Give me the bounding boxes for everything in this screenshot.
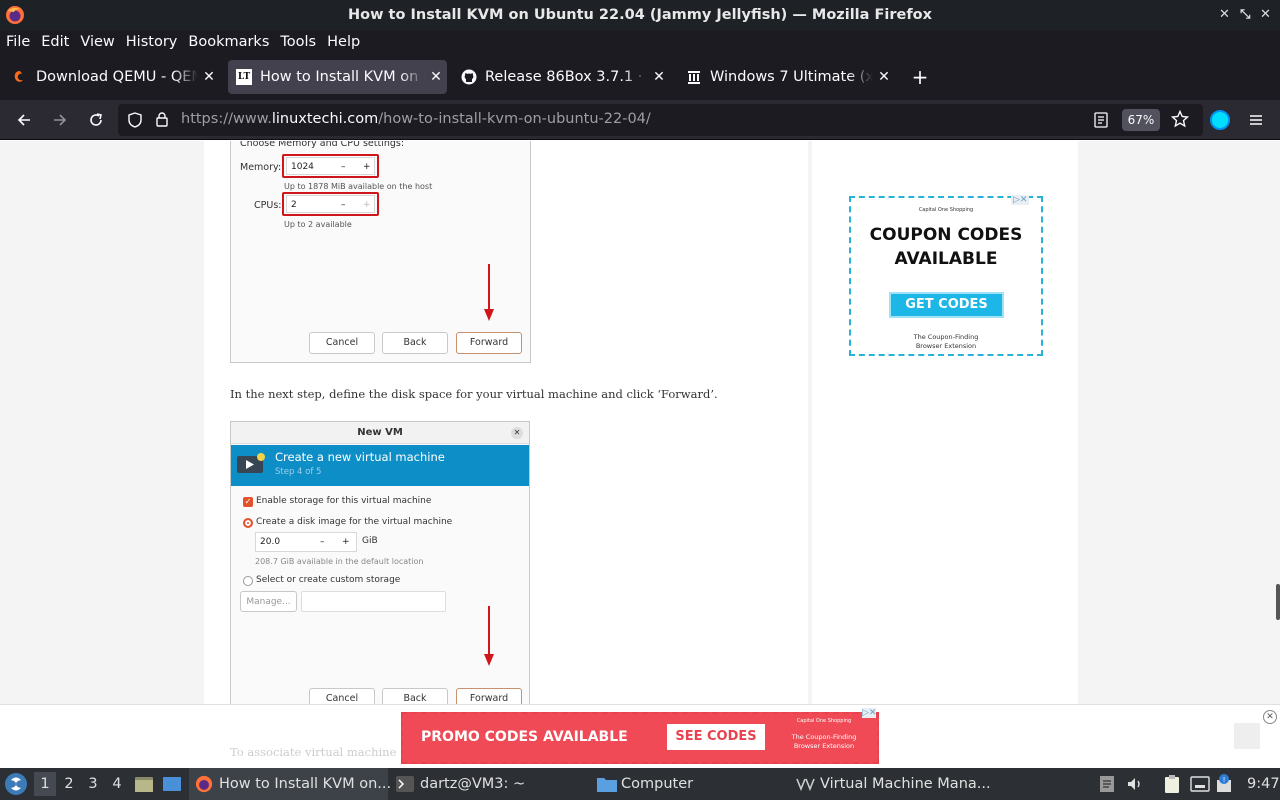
new-tab-button[interactable]: + bbox=[908, 60, 932, 94]
article-paragraph: In the next step, define the disk space … bbox=[230, 387, 718, 401]
task-firefox[interactable]: How to Install KVM on... bbox=[189, 768, 391, 800]
page-scrollbar-thumb[interactable] bbox=[1276, 584, 1280, 620]
minimize-icon[interactable]: ✕ bbox=[1219, 7, 1230, 22]
menu-file[interactable]: File bbox=[6, 34, 30, 50]
ad-info-icon[interactable]: ▷✕ bbox=[1011, 195, 1030, 205]
disk-size-spinbox: 20.0– + bbox=[255, 532, 357, 552]
taskbar: 1 2 3 4 How to Install KVM on... dartz@V… bbox=[0, 768, 1280, 800]
tab-linuxtechi[interactable]: LT How to Install KVM on Ubuntu ✕ bbox=[228, 60, 447, 94]
lock-icon[interactable] bbox=[155, 111, 169, 131]
qemu-icon bbox=[12, 69, 28, 85]
back-button: Back bbox=[382, 332, 448, 354]
zoom-level[interactable]: 67% bbox=[1122, 109, 1160, 131]
desktop-launcher-icon[interactable] bbox=[162, 768, 182, 800]
menu-history[interactable]: History bbox=[126, 34, 178, 50]
reader-view-icon[interactable] bbox=[1094, 112, 1108, 132]
volume-icon[interactable] bbox=[1126, 768, 1144, 800]
ad-close-icon[interactable]: ✕ bbox=[1263, 710, 1277, 724]
cancel-button: Cancel bbox=[309, 332, 375, 354]
close-tab-icon[interactable]: ✕ bbox=[873, 69, 895, 85]
workspace-1[interactable]: 1 bbox=[34, 772, 56, 796]
network-icon[interactable] bbox=[1190, 768, 1210, 800]
file-manager-launcher-icon[interactable] bbox=[134, 768, 154, 800]
task-computer[interactable]: Computer bbox=[597, 768, 693, 800]
menu-tools[interactable]: Tools bbox=[280, 34, 316, 50]
faded-paragraph: To associate virtual machine bbox=[230, 745, 397, 759]
account-icon[interactable] bbox=[1208, 108, 1232, 132]
get-codes-button[interactable]: GET CODES bbox=[889, 292, 1004, 318]
task-terminal[interactable]: dartz@VM3: ~ bbox=[396, 768, 525, 800]
close-icon[interactable]: ✕ bbox=[1260, 7, 1271, 22]
manage-button: Manage... bbox=[240, 591, 297, 612]
terminal-icon bbox=[396, 776, 414, 792]
close-tab-icon[interactable]: ✕ bbox=[198, 69, 220, 85]
start-menu-icon[interactable] bbox=[4, 768, 28, 800]
shield-icon[interactable] bbox=[128, 112, 142, 132]
firefox-icon bbox=[195, 775, 213, 793]
red-arrow-head bbox=[484, 654, 494, 666]
close-tab-icon[interactable]: ✕ bbox=[648, 69, 670, 85]
tab-archive[interactable]: Windows 7 Ultimate (x64) ✕ bbox=[678, 60, 895, 94]
clock[interactable]: 9:47 bbox=[1247, 768, 1280, 800]
storage-path-field bbox=[301, 591, 446, 612]
page-content: Choose Memory and CPU settings: Memory: … bbox=[0, 141, 1280, 768]
scroll-to-top-button[interactable] bbox=[1234, 723, 1260, 749]
coupon-ad[interactable]: ▷✕ Capital One Shopping COUPON CODES AVA… bbox=[849, 195, 1043, 356]
menu-bar: File Edit View History Bookmarks Tools H… bbox=[0, 30, 1280, 54]
red-arrow-line bbox=[488, 264, 490, 312]
clipboard-icon[interactable] bbox=[1163, 768, 1181, 800]
url-text[interactable]: https://www.linuxtechi.com/how-to-instal… bbox=[181, 111, 651, 127]
promo-ad[interactable]: PROMO CODES AVAILABLE SEE CODES Capital … bbox=[401, 712, 879, 764]
tab-strip: Download QEMU - QEMU ✕ LT How to Install… bbox=[0, 54, 1280, 100]
cpus-spinbox: 2– + bbox=[286, 195, 375, 213]
ad-info-icon[interactable]: ▷✕ bbox=[862, 708, 877, 718]
back-button[interactable] bbox=[12, 108, 36, 132]
menu-bookmarks[interactable]: Bookmarks bbox=[188, 34, 269, 50]
navigation-bar: https://www.linuxtechi.com/how-to-instal… bbox=[0, 100, 1280, 140]
workspace-3[interactable]: 3 bbox=[82, 768, 104, 800]
window-title: How to Install KVM on Ubuntu 22.04 (Jamm… bbox=[348, 7, 932, 23]
workspace-2[interactable]: 2 bbox=[58, 768, 80, 800]
memory-spinbox: 1024– + bbox=[286, 157, 375, 175]
tab-github[interactable]: Release 86Box 3.7.1 · 86Box ✕ bbox=[453, 60, 670, 94]
workspace-4[interactable]: 4 bbox=[106, 768, 128, 800]
url-bar[interactable]: https://www.linuxtechi.com/how-to-instal… bbox=[118, 104, 1203, 136]
tray-notes-icon[interactable] bbox=[1099, 768, 1115, 800]
forward-button[interactable] bbox=[48, 108, 72, 132]
red-arrow-line bbox=[488, 606, 490, 656]
github-icon bbox=[461, 69, 477, 85]
menu-view[interactable]: View bbox=[80, 34, 114, 50]
red-arrow-head bbox=[484, 309, 494, 321]
archive-icon bbox=[686, 69, 702, 85]
dialog-header: Create a new virtual machine Step 4 of 5 bbox=[231, 445, 529, 486]
vm-memory-cpu-screenshot: Choose Memory and CPU settings: Memory: … bbox=[230, 141, 531, 363]
checkbox-checked-icon: ✓ bbox=[243, 497, 253, 507]
reload-button[interactable] bbox=[84, 108, 108, 132]
see-codes-button[interactable]: SEE CODES bbox=[667, 724, 765, 750]
svg-text:!: ! bbox=[1223, 776, 1226, 784]
dialog-close-icon: ✕ bbox=[511, 427, 523, 439]
monitor-icon bbox=[236, 452, 266, 482]
update-notification-icon[interactable]: ! bbox=[1216, 768, 1234, 800]
firefox-icon bbox=[5, 5, 25, 29]
menu-edit[interactable]: Edit bbox=[41, 34, 69, 50]
menu-help[interactable]: Help bbox=[327, 34, 360, 50]
task-virt-manager[interactable]: Virtual Machine Mana... bbox=[796, 768, 991, 800]
vm-storage-screenshot: New VM ✕ Create a new virtual machine St… bbox=[230, 421, 530, 719]
hamburger-menu-icon[interactable] bbox=[1244, 108, 1268, 132]
virt-manager-icon bbox=[796, 777, 816, 791]
window-titlebar: How to Install KVM on Ubuntu 22.04 (Jamm… bbox=[0, 0, 1280, 30]
close-tab-icon[interactable]: ✕ bbox=[425, 69, 447, 85]
folder-icon bbox=[597, 775, 617, 793]
bottom-ad-bar: To associate virtual machine PROMO CODES… bbox=[0, 704, 1280, 768]
maximize-icon[interactable]: ⤡ bbox=[1240, 7, 1250, 22]
radio-selected-icon bbox=[243, 518, 253, 528]
radio-unselected-icon bbox=[243, 576, 253, 586]
bookmark-star-icon[interactable] bbox=[1170, 109, 1190, 132]
forward-button: Forward bbox=[456, 332, 522, 354]
linuxtechi-icon: LT bbox=[236, 69, 252, 85]
tab-qemu[interactable]: Download QEMU - QEMU ✕ bbox=[4, 60, 220, 94]
dialog-titlebar: New VM bbox=[231, 422, 529, 444]
